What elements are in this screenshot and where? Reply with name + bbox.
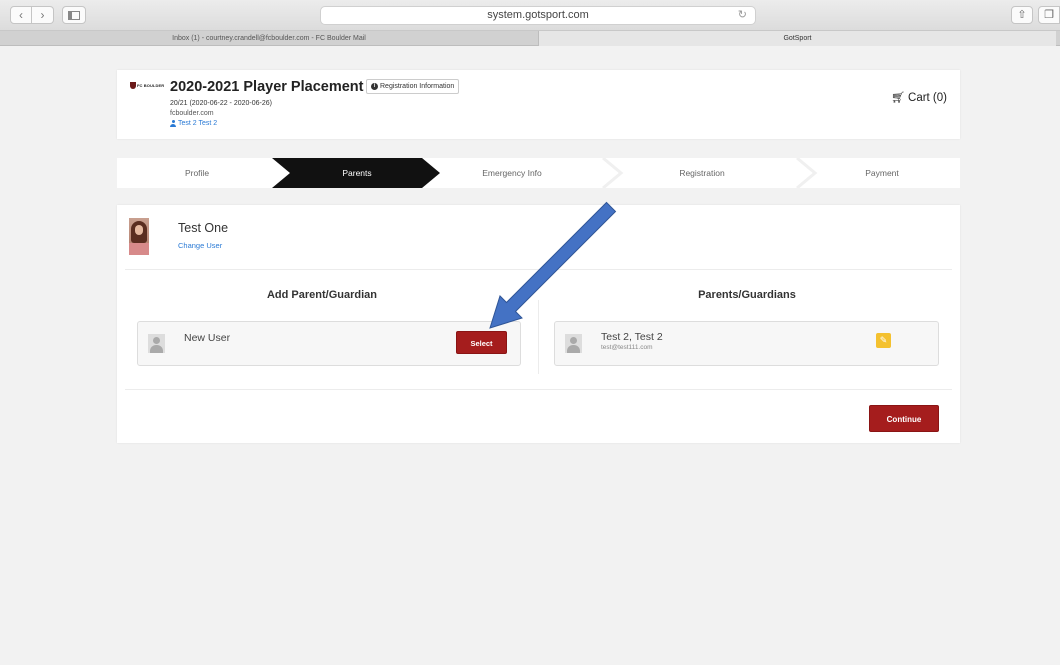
step-separator bbox=[602, 158, 624, 188]
registration-info-label: Registration Information bbox=[380, 83, 455, 90]
new-user-label: New User bbox=[184, 332, 231, 344]
parents-heading: Parents/Guardians bbox=[698, 289, 796, 301]
browser-toolbar: ‹ › system.gotsport.com ↻ ⇧ ❐ bbox=[0, 0, 1060, 31]
account-user-link[interactable]: Test 2 Test 2 bbox=[170, 120, 217, 127]
guardian-email: test@test111.com bbox=[601, 344, 653, 351]
guardian-name: Test 2, Test 2 bbox=[601, 331, 663, 343]
step-parents[interactable]: Parents bbox=[292, 158, 422, 188]
back-icon[interactable]: ‹ bbox=[10, 6, 32, 24]
person-icon bbox=[148, 334, 165, 353]
divider bbox=[125, 389, 952, 390]
reload-icon[interactable]: ↻ bbox=[738, 7, 747, 24]
divider bbox=[125, 269, 952, 270]
parents-panel: Test One Change User Add Parent/Guardian… bbox=[117, 205, 960, 443]
info-icon: i bbox=[371, 83, 378, 90]
wizard-steps: Profile Parents Emergency Info Registrat… bbox=[117, 158, 960, 188]
player-avatar bbox=[129, 218, 149, 255]
cart-icon: 🛒︎ bbox=[891, 92, 906, 104]
account-user-name: Test 2 Test 2 bbox=[178, 120, 218, 127]
browser-tab-mail[interactable]: Inbox (1) - courtney.crandell@fcboulder.… bbox=[0, 31, 538, 46]
cart-link[interactable]: 🛒︎ Cart (0) bbox=[891, 91, 947, 105]
tab-bar: Inbox (1) - courtney.crandell@fcboulder.… bbox=[0, 31, 1060, 46]
player-name: Test One bbox=[178, 221, 229, 235]
person-icon bbox=[565, 334, 582, 353]
share-icon[interactable]: ⇧ bbox=[1011, 6, 1033, 24]
add-parent-heading: Add Parent/Guardian bbox=[266, 289, 378, 301]
step-emergency-info[interactable]: Emergency Info bbox=[437, 158, 587, 188]
logo-text: FC BOULDER bbox=[137, 83, 165, 88]
event-site: fcboulder.com bbox=[170, 110, 214, 117]
address-bar[interactable]: system.gotsport.com ↻ bbox=[320, 6, 756, 25]
browser-tab-gotsport[interactable]: GotSport bbox=[538, 31, 1056, 46]
new-user-card: New User Select bbox=[137, 321, 521, 366]
club-logo: FC BOULDER bbox=[130, 82, 164, 89]
cart-label: Cart (0) bbox=[908, 91, 947, 104]
sidebar-toggle-icon[interactable] bbox=[62, 6, 86, 24]
step-payment[interactable]: Payment bbox=[807, 158, 957, 188]
tabs-overview-icon[interactable]: ❐ bbox=[1038, 6, 1060, 24]
event-header: FC BOULDER 2020-2021 Player Placement i … bbox=[117, 70, 960, 139]
select-button[interactable]: Select bbox=[456, 331, 507, 354]
guardian-card: Test 2, Test 2 test@test111.com ✎ bbox=[554, 321, 939, 366]
user-icon bbox=[170, 120, 176, 127]
change-user-link[interactable]: Change User bbox=[178, 241, 222, 250]
continue-button[interactable]: Continue bbox=[869, 405, 939, 432]
step-profile[interactable]: Profile bbox=[117, 158, 277, 188]
step-registration[interactable]: Registration bbox=[627, 158, 777, 188]
address-text: system.gotsport.com bbox=[487, 9, 589, 21]
pencil-icon[interactable]: ✎ bbox=[876, 333, 891, 348]
registration-info-button[interactable]: i Registration Information bbox=[366, 79, 460, 94]
event-title: 2020-2021 Player Placement bbox=[170, 79, 364, 95]
logo-shield-icon bbox=[130, 82, 136, 89]
nav-buttons: ‹ › bbox=[10, 6, 54, 24]
forward-icon[interactable]: › bbox=[32, 6, 54, 24]
event-dates: 20/21 (2020-06-22 - 2020-06-26) bbox=[170, 100, 272, 107]
column-divider bbox=[538, 300, 539, 374]
